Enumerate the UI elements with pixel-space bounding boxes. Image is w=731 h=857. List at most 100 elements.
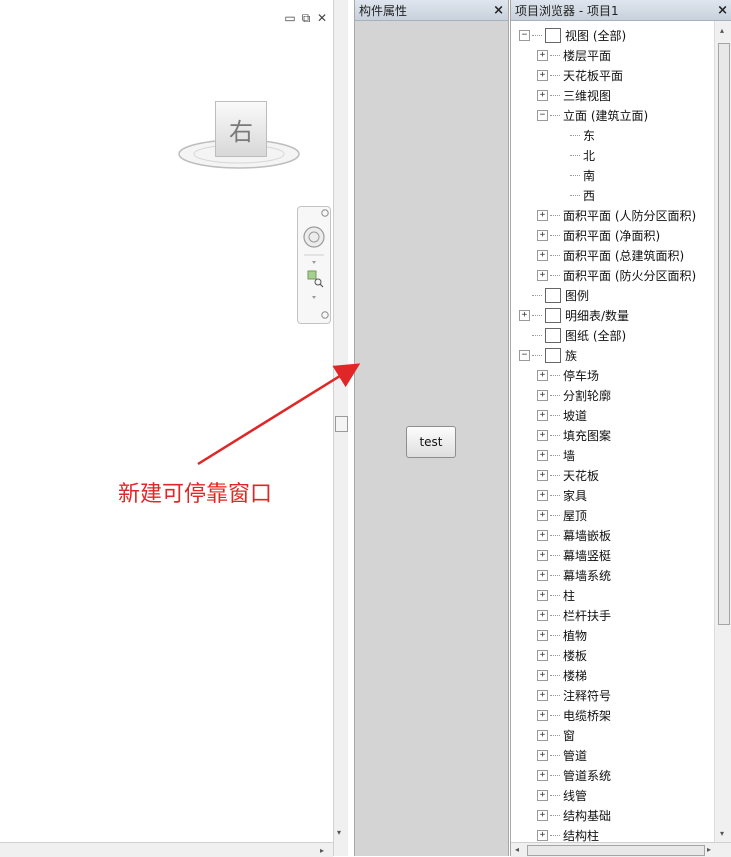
close-icon[interactable]: ×	[717, 3, 728, 18]
tree-item[interactable]: + 面积平面 (人防分区面积)	[537, 205, 696, 225]
close-icon[interactable]: ×	[493, 3, 504, 18]
tree-item[interactable]: + 植物	[537, 625, 587, 645]
tree-item[interactable]: + 明细表/数量	[519, 305, 629, 325]
tree-item[interactable]: + 楼梯	[537, 665, 587, 685]
tree-item[interactable]: 东	[557, 125, 595, 145]
expand-icon[interactable]: +	[537, 229, 548, 241]
expand-icon[interactable]: +	[537, 689, 548, 701]
tree-item[interactable]: 南	[557, 165, 595, 185]
tree-item[interactable]: + 线管	[537, 785, 587, 805]
tree-item[interactable]: + 幕墙系统	[537, 565, 611, 585]
expand-icon[interactable]: +	[537, 209, 548, 221]
tree-item[interactable]: + 柱	[537, 585, 575, 605]
tree-item[interactable]: + 面积平面 (净面积)	[537, 225, 660, 245]
tree-item[interactable]: + 家具	[537, 485, 587, 505]
expand-icon[interactable]: +	[537, 389, 548, 401]
scroll-right-icon[interactable]: ▸	[707, 845, 711, 854]
expand-icon[interactable]: +	[537, 529, 548, 541]
expand-icon[interactable]: +	[537, 409, 548, 421]
tree-item[interactable]: + 幕墙竖梃	[537, 545, 611, 565]
expand-icon[interactable]: +	[537, 49, 548, 61]
tree-item[interactable]: + 屋顶	[537, 505, 587, 525]
expand-icon[interactable]: +	[537, 569, 548, 581]
viewcube[interactable]: 右	[168, 96, 310, 174]
scrollbar-thumb[interactable]	[335, 416, 348, 432]
view-horizontal-scrollbar[interactable]: ▸	[0, 842, 333, 857]
tree-item[interactable]: + 分割轮廓	[537, 385, 611, 405]
tree-item[interactable]: + 电缆桥架	[537, 705, 611, 725]
expand-icon[interactable]: +	[537, 809, 548, 821]
expand-icon[interactable]: +	[537, 429, 548, 441]
scroll-down-icon[interactable]: ▾	[720, 829, 724, 838]
scrollbar-thumb[interactable]	[718, 43, 730, 625]
tree-item[interactable]: + 楼层平面	[537, 45, 611, 65]
tree-item[interactable]: + 填充图案	[537, 425, 611, 445]
minimize-icon[interactable]: ▭	[284, 11, 296, 25]
tree-item[interactable]: 北	[557, 145, 595, 165]
expand-icon[interactable]: +	[537, 609, 548, 621]
expand-icon[interactable]: +	[537, 269, 548, 281]
tree-item[interactable]: 图例	[519, 285, 589, 305]
tree-item[interactable]: + 坡道	[537, 405, 587, 425]
expand-icon[interactable]: +	[537, 489, 548, 501]
collapse-icon[interactable]: −	[519, 349, 530, 361]
properties-titlebar[interactable]: 构件属性 ×	[355, 0, 508, 21]
scroll-up-icon[interactable]: ▴	[720, 26, 724, 35]
scroll-right-icon[interactable]: ▸	[320, 846, 324, 855]
tree-horizontal-scrollbar[interactable]: ◂ ▸	[511, 842, 731, 857]
tree-item[interactable]: + 面积平面 (防火分区面积)	[537, 265, 696, 285]
expand-icon[interactable]: +	[537, 769, 548, 781]
expand-icon[interactable]: +	[537, 649, 548, 661]
tree-item[interactable]: + 三维视图	[537, 85, 611, 105]
collapse-icon[interactable]: −	[519, 29, 530, 41]
scroll-left-icon[interactable]: ◂	[515, 845, 519, 854]
expand-icon[interactable]: +	[537, 589, 548, 601]
test-button[interactable]: test	[406, 426, 456, 458]
scrollbar-thumb[interactable]	[527, 845, 705, 856]
expand-icon[interactable]: +	[537, 69, 548, 81]
view-vertical-scrollbar[interactable]: ▾	[333, 0, 348, 856]
drawing-view[interactable]: ▭ ⧉ ✕ 右 ▸	[0, 0, 333, 857]
close-icon[interactable]: ✕	[316, 11, 328, 25]
tree-item[interactable]: 图纸 (全部)	[519, 325, 626, 345]
tree-item[interactable]: − 立面 (建筑立面)	[537, 105, 648, 125]
tree-item[interactable]: + 管道	[537, 745, 587, 765]
tree-item[interactable]: + 面积平面 (总建筑面积)	[537, 245, 684, 265]
expand-icon[interactable]: +	[537, 249, 548, 261]
tree-item[interactable]: + 天花板	[537, 465, 599, 485]
tree-item[interactable]: + 天花板平面	[537, 65, 623, 85]
tree-item[interactable]: + 幕墙嵌板	[537, 525, 611, 545]
expand-icon[interactable]: +	[537, 549, 548, 561]
collapse-icon[interactable]: −	[537, 109, 548, 121]
scroll-down-icon[interactable]: ▾	[337, 828, 341, 837]
tree-item[interactable]: + 栏杆扶手	[537, 605, 611, 625]
expand-icon[interactable]: +	[537, 669, 548, 681]
expand-icon[interactable]: +	[537, 629, 548, 641]
expand-icon[interactable]: +	[537, 89, 548, 101]
tree-item[interactable]: + 楼板	[537, 645, 587, 665]
expand-icon[interactable]: +	[537, 449, 548, 461]
project-browser-titlebar[interactable]: 项目浏览器 - 项目1 ×	[511, 0, 731, 21]
expand-icon[interactable]: +	[519, 309, 530, 321]
tree-item[interactable]: − 族	[519, 345, 577, 365]
expand-icon[interactable]: +	[537, 829, 548, 841]
expand-icon[interactable]: +	[537, 369, 548, 381]
expand-icon[interactable]: +	[537, 709, 548, 721]
tree-item[interactable]: + 管道系统	[537, 765, 611, 785]
expand-icon[interactable]: +	[537, 729, 548, 741]
restore-icon[interactable]: ⧉	[300, 11, 312, 25]
tree-item[interactable]: + 窗	[537, 725, 575, 745]
expand-icon[interactable]: +	[537, 749, 548, 761]
tree-item[interactable]: − 视图 (全部)	[519, 25, 626, 45]
viewcube-face-right[interactable]: 右	[215, 101, 267, 157]
tree-item[interactable]: 西	[557, 185, 595, 205]
expand-icon[interactable]: +	[537, 509, 548, 521]
tree-vertical-scrollbar[interactable]: ▴ ▾	[714, 21, 731, 842]
tree-item[interactable]: + 结构柱	[537, 825, 599, 842]
tree-item[interactable]: + 墙	[537, 445, 575, 465]
tree-item[interactable]: + 结构基础	[537, 805, 611, 825]
tree-item[interactable]: + 停车场	[537, 365, 599, 385]
navigation-bar[interactable]	[297, 206, 331, 324]
expand-icon[interactable]: +	[537, 789, 548, 801]
tree-item[interactable]: + 注释符号	[537, 685, 611, 705]
